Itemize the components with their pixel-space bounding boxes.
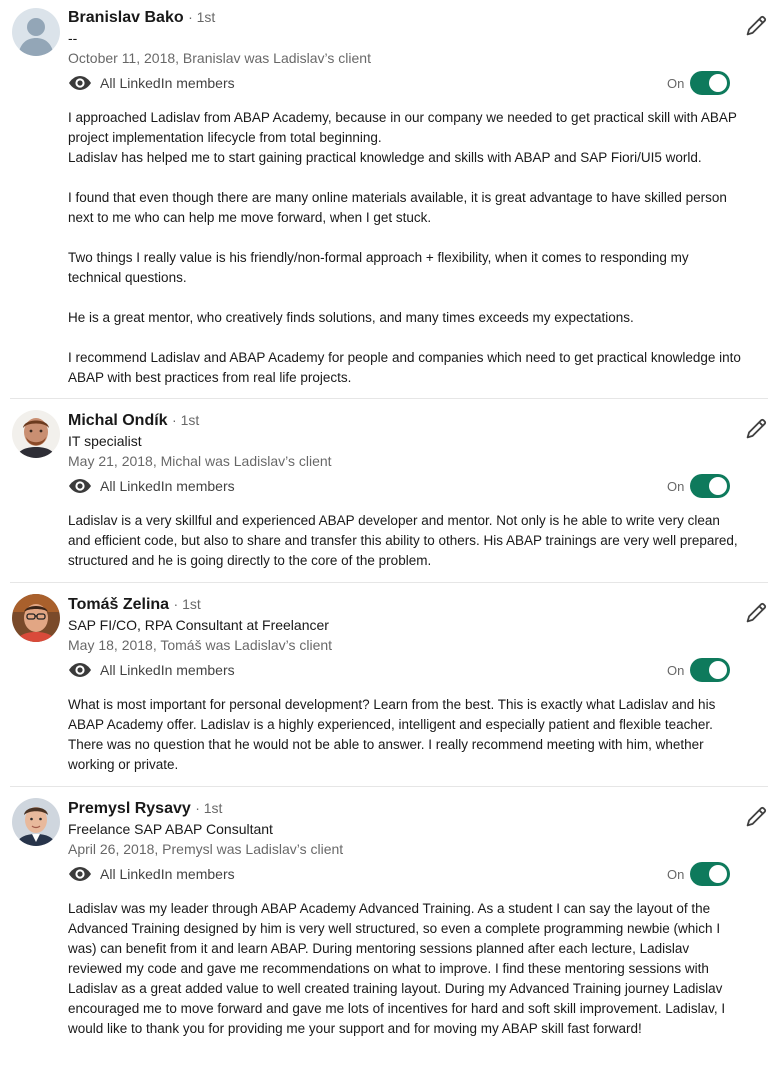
member-name[interactable]: Branislav Bako	[68, 9, 184, 26]
member-name[interactable]: Tomáš Zelina	[68, 596, 169, 613]
visibility-toggle[interactable]	[690, 474, 731, 498]
visibility-label: All LinkedIn members	[100, 866, 235, 882]
avatar[interactable]	[12, 594, 60, 642]
toggle-state-label: On	[667, 75, 685, 91]
recommendation-paragraph: Two things I really value is his friendl…	[68, 250, 689, 285]
recommendation-text: What is most important for personal deve…	[68, 695, 744, 775]
pencil-icon[interactable]	[744, 14, 768, 38]
visibility-toggle-group: On	[667, 861, 731, 887]
connection-degree: · 1st	[188, 9, 216, 25]
avatar[interactable]	[12, 798, 60, 846]
connection-degree: · 1st	[173, 596, 201, 612]
visibility-toggle[interactable]	[690, 862, 731, 886]
member-headline: --	[68, 30, 78, 46]
eye-icon	[69, 76, 91, 90]
toggle-knob	[709, 74, 728, 92]
visibility-label: All LinkedIn members	[100, 478, 235, 494]
name-line: Michal Ondík · 1st	[68, 409, 199, 431]
separator	[10, 398, 768, 399]
pencil-icon[interactable]	[744, 601, 768, 625]
visibility-setting: All LinkedIn members	[68, 474, 235, 498]
visibility-toggle[interactable]	[690, 71, 731, 95]
member-name[interactable]: Michal Ondík	[68, 412, 168, 429]
visibility-setting: All LinkedIn members	[68, 862, 235, 886]
recommendation-card: Tomáš Zelina · 1st SAP FI/CO, RPA Consul…	[0, 593, 768, 786]
recommendation-card: Premysl Rysavy · 1st Freelance SAP ABAP …	[0, 797, 768, 1067]
recommendation-text: Ladislav is a very skillful and experien…	[68, 511, 744, 571]
pencil-icon[interactable]	[744, 805, 768, 829]
name-line: Branislav Bako · 1st	[68, 6, 215, 28]
recommendation-paragraph: I found that even though there are many …	[68, 190, 727, 225]
toggle-state-label: On	[667, 478, 685, 494]
eye-icon	[69, 663, 91, 677]
recommendation-paragraph: Ladislav was my leader through ABAP Acad…	[68, 901, 726, 1036]
recommendation-paragraph: What is most important for personal deve…	[68, 697, 716, 772]
visibility-setting: All LinkedIn members	[68, 658, 235, 682]
toggle-state-label: On	[667, 662, 685, 678]
toggle-knob	[709, 477, 728, 495]
name-line: Premysl Rysavy · 1st	[68, 797, 222, 819]
recommendation-paragraph: I recommend Ladislav and ABAP Academy fo…	[68, 350, 741, 385]
avatar[interactable]	[12, 8, 60, 56]
recommendation-date: May 18, 2018, Tomáš was Ladislav’s clien…	[68, 637, 333, 653]
toggle-state-label: On	[667, 866, 685, 882]
toggle-knob	[709, 865, 728, 883]
avatar[interactable]	[12, 410, 60, 458]
separator	[10, 582, 768, 583]
recommendation-paragraph: Ladislav is a very skillful and experien…	[68, 513, 738, 568]
recommendation-card: Michal Ondík · 1st IT specialist May 21,…	[0, 409, 768, 582]
visibility-toggle-group: On	[667, 70, 731, 96]
recommendation-card: Branislav Bako · 1st -- October 11, 2018…	[0, 6, 768, 398]
toggle-knob	[709, 661, 728, 679]
member-name[interactable]: Premysl Rysavy	[68, 800, 191, 817]
eye-icon	[69, 867, 91, 881]
recommendation-paragraph: I approached Ladislav from ABAP Academy,…	[68, 110, 737, 145]
name-line: Tomáš Zelina · 1st	[68, 593, 201, 615]
recommendation-text: Ladislav was my leader through ABAP Acad…	[68, 899, 744, 1039]
visibility-toggle[interactable]	[690, 658, 731, 682]
recommendation-date: October 11, 2018, Branislav was Ladislav…	[68, 50, 371, 66]
visibility-toggle-group: On	[667, 473, 731, 499]
pencil-icon[interactable]	[744, 417, 768, 441]
connection-degree: · 1st	[172, 412, 200, 428]
visibility-label: All LinkedIn members	[100, 75, 235, 91]
member-headline: Freelance SAP ABAP Consultant	[68, 821, 273, 837]
visibility-toggle-group: On	[667, 657, 731, 683]
recommendation-text: I approached Ladislav from ABAP Academy,…	[68, 108, 744, 388]
separator	[10, 786, 768, 787]
recommendation-paragraph: He is a great mentor, who creatively fin…	[68, 310, 634, 325]
recommendation-date: May 21, 2018, Michal was Ladislav’s clie…	[68, 453, 332, 469]
connection-degree: · 1st	[195, 800, 223, 816]
visibility-setting: All LinkedIn members	[68, 71, 235, 95]
recommendation-date: April 26, 2018, Premysl was Ladislav’s c…	[68, 841, 344, 857]
member-headline: SAP FI/CO, RPA Consultant at Freelancer	[68, 617, 329, 633]
visibility-label: All LinkedIn members	[100, 662, 235, 678]
eye-icon	[69, 479, 91, 493]
recommendation-paragraph: Ladislav has helped me to start gaining …	[68, 150, 702, 165]
member-headline: IT specialist	[68, 433, 142, 449]
